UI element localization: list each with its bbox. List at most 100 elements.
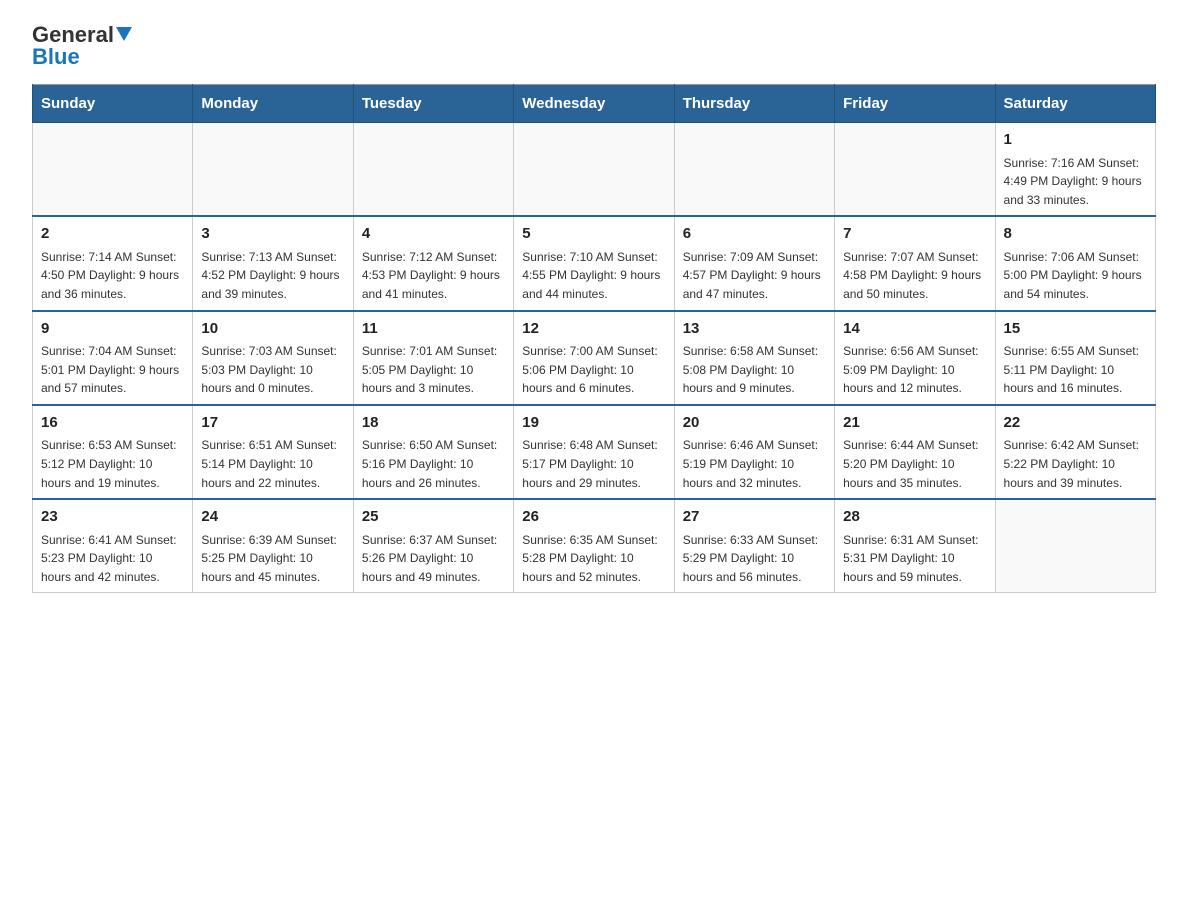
calendar-cell: 15Sunrise: 6:55 AM Sunset: 5:11 PM Dayli…: [995, 311, 1155, 405]
day-info: Sunrise: 6:35 AM Sunset: 5:28 PM Dayligh…: [522, 531, 665, 587]
day-number: 2: [41, 223, 184, 246]
calendar-cell: 26Sunrise: 6:35 AM Sunset: 5:28 PM Dayli…: [514, 499, 674, 593]
day-info: Sunrise: 7:09 AM Sunset: 4:57 PM Dayligh…: [683, 248, 826, 304]
calendar-cell: [995, 499, 1155, 593]
day-number: 28: [843, 506, 986, 529]
calendar-cell: 19Sunrise: 6:48 AM Sunset: 5:17 PM Dayli…: [514, 405, 674, 499]
calendar-cell: 14Sunrise: 6:56 AM Sunset: 5:09 PM Dayli…: [835, 311, 995, 405]
calendar-cell: 2Sunrise: 7:14 AM Sunset: 4:50 PM Daylig…: [33, 216, 193, 310]
calendar-header-row: SundayMondayTuesdayWednesdayThursdayFrid…: [33, 85, 1156, 123]
logo-text-blue: Blue: [32, 46, 80, 68]
day-number: 4: [362, 223, 505, 246]
day-info: Sunrise: 7:03 AM Sunset: 5:03 PM Dayligh…: [201, 342, 344, 398]
day-number: 20: [683, 412, 826, 435]
day-number: 27: [683, 506, 826, 529]
day-info: Sunrise: 7:04 AM Sunset: 5:01 PM Dayligh…: [41, 342, 184, 398]
calendar-cell: 13Sunrise: 6:58 AM Sunset: 5:08 PM Dayli…: [674, 311, 834, 405]
day-info: Sunrise: 7:06 AM Sunset: 5:00 PM Dayligh…: [1004, 248, 1147, 304]
calendar-week-row: 16Sunrise: 6:53 AM Sunset: 5:12 PM Dayli…: [33, 405, 1156, 499]
day-info: Sunrise: 6:56 AM Sunset: 5:09 PM Dayligh…: [843, 342, 986, 398]
day-info: Sunrise: 6:31 AM Sunset: 5:31 PM Dayligh…: [843, 531, 986, 587]
calendar-week-row: 1Sunrise: 7:16 AM Sunset: 4:49 PM Daylig…: [33, 123, 1156, 217]
calendar-header-sunday: Sunday: [33, 85, 193, 123]
calendar-cell: [835, 123, 995, 217]
calendar-cell: [193, 123, 353, 217]
calendar-cell: 20Sunrise: 6:46 AM Sunset: 5:19 PM Dayli…: [674, 405, 834, 499]
calendar-cell: 23Sunrise: 6:41 AM Sunset: 5:23 PM Dayli…: [33, 499, 193, 593]
day-number: 8: [1004, 223, 1147, 246]
calendar-cell: 25Sunrise: 6:37 AM Sunset: 5:26 PM Dayli…: [353, 499, 513, 593]
calendar-cell: 11Sunrise: 7:01 AM Sunset: 5:05 PM Dayli…: [353, 311, 513, 405]
day-number: 26: [522, 506, 665, 529]
calendar-cell: 16Sunrise: 6:53 AM Sunset: 5:12 PM Dayli…: [33, 405, 193, 499]
day-number: 6: [683, 223, 826, 246]
logo-text-general: General: [32, 24, 132, 46]
day-number: 23: [41, 506, 184, 529]
calendar-cell: 10Sunrise: 7:03 AM Sunset: 5:03 PM Dayli…: [193, 311, 353, 405]
day-number: 7: [843, 223, 986, 246]
day-number: 13: [683, 318, 826, 341]
day-number: 5: [522, 223, 665, 246]
day-number: 25: [362, 506, 505, 529]
day-info: Sunrise: 6:46 AM Sunset: 5:19 PM Dayligh…: [683, 436, 826, 492]
calendar-cell: [353, 123, 513, 217]
calendar-cell: 24Sunrise: 6:39 AM Sunset: 5:25 PM Dayli…: [193, 499, 353, 593]
calendar-cell: 21Sunrise: 6:44 AM Sunset: 5:20 PM Dayli…: [835, 405, 995, 499]
day-info: Sunrise: 6:48 AM Sunset: 5:17 PM Dayligh…: [522, 436, 665, 492]
calendar-week-row: 9Sunrise: 7:04 AM Sunset: 5:01 PM Daylig…: [33, 311, 1156, 405]
calendar-cell: [674, 123, 834, 217]
calendar-cell: [514, 123, 674, 217]
day-number: 1: [1004, 129, 1147, 152]
day-number: 11: [362, 318, 505, 341]
day-number: 12: [522, 318, 665, 341]
day-info: Sunrise: 6:53 AM Sunset: 5:12 PM Dayligh…: [41, 436, 184, 492]
day-info: Sunrise: 6:51 AM Sunset: 5:14 PM Dayligh…: [201, 436, 344, 492]
calendar-cell: 6Sunrise: 7:09 AM Sunset: 4:57 PM Daylig…: [674, 216, 834, 310]
day-info: Sunrise: 6:44 AM Sunset: 5:20 PM Dayligh…: [843, 436, 986, 492]
logo: General Blue: [32, 24, 132, 68]
calendar-cell: 9Sunrise: 7:04 AM Sunset: 5:01 PM Daylig…: [33, 311, 193, 405]
day-number: 21: [843, 412, 986, 435]
calendar-cell: 17Sunrise: 6:51 AM Sunset: 5:14 PM Dayli…: [193, 405, 353, 499]
logo-triangle-icon: [116, 27, 132, 41]
calendar-cell: [33, 123, 193, 217]
day-info: Sunrise: 7:12 AM Sunset: 4:53 PM Dayligh…: [362, 248, 505, 304]
day-number: 9: [41, 318, 184, 341]
calendar-cell: 27Sunrise: 6:33 AM Sunset: 5:29 PM Dayli…: [674, 499, 834, 593]
calendar-header-friday: Friday: [835, 85, 995, 123]
calendar-header-tuesday: Tuesday: [353, 85, 513, 123]
day-number: 14: [843, 318, 986, 341]
day-info: Sunrise: 6:39 AM Sunset: 5:25 PM Dayligh…: [201, 531, 344, 587]
calendar-cell: 8Sunrise: 7:06 AM Sunset: 5:00 PM Daylig…: [995, 216, 1155, 310]
calendar-cell: 18Sunrise: 6:50 AM Sunset: 5:16 PM Dayli…: [353, 405, 513, 499]
day-info: Sunrise: 7:07 AM Sunset: 4:58 PM Dayligh…: [843, 248, 986, 304]
day-number: 10: [201, 318, 344, 341]
calendar-cell: 3Sunrise: 7:13 AM Sunset: 4:52 PM Daylig…: [193, 216, 353, 310]
day-number: 3: [201, 223, 344, 246]
calendar-cell: 22Sunrise: 6:42 AM Sunset: 5:22 PM Dayli…: [995, 405, 1155, 499]
calendar-cell: 7Sunrise: 7:07 AM Sunset: 4:58 PM Daylig…: [835, 216, 995, 310]
day-number: 22: [1004, 412, 1147, 435]
day-info: Sunrise: 6:55 AM Sunset: 5:11 PM Dayligh…: [1004, 342, 1147, 398]
day-info: Sunrise: 7:16 AM Sunset: 4:49 PM Dayligh…: [1004, 154, 1147, 210]
calendar-header-thursday: Thursday: [674, 85, 834, 123]
day-number: 18: [362, 412, 505, 435]
day-info: Sunrise: 7:10 AM Sunset: 4:55 PM Dayligh…: [522, 248, 665, 304]
page-header: General Blue: [32, 24, 1156, 68]
day-number: 24: [201, 506, 344, 529]
calendar-header-wednesday: Wednesday: [514, 85, 674, 123]
day-info: Sunrise: 6:37 AM Sunset: 5:26 PM Dayligh…: [362, 531, 505, 587]
day-info: Sunrise: 7:00 AM Sunset: 5:06 PM Dayligh…: [522, 342, 665, 398]
calendar-header-saturday: Saturday: [995, 85, 1155, 123]
day-number: 17: [201, 412, 344, 435]
day-info: Sunrise: 6:58 AM Sunset: 5:08 PM Dayligh…: [683, 342, 826, 398]
day-number: 16: [41, 412, 184, 435]
calendar-cell: 28Sunrise: 6:31 AM Sunset: 5:31 PM Dayli…: [835, 499, 995, 593]
calendar-cell: 4Sunrise: 7:12 AM Sunset: 4:53 PM Daylig…: [353, 216, 513, 310]
calendar-cell: 12Sunrise: 7:00 AM Sunset: 5:06 PM Dayli…: [514, 311, 674, 405]
day-info: Sunrise: 7:14 AM Sunset: 4:50 PM Dayligh…: [41, 248, 184, 304]
day-info: Sunrise: 6:50 AM Sunset: 5:16 PM Dayligh…: [362, 436, 505, 492]
day-info: Sunrise: 6:42 AM Sunset: 5:22 PM Dayligh…: [1004, 436, 1147, 492]
calendar-cell: 1Sunrise: 7:16 AM Sunset: 4:49 PM Daylig…: [995, 123, 1155, 217]
calendar-header-monday: Monday: [193, 85, 353, 123]
